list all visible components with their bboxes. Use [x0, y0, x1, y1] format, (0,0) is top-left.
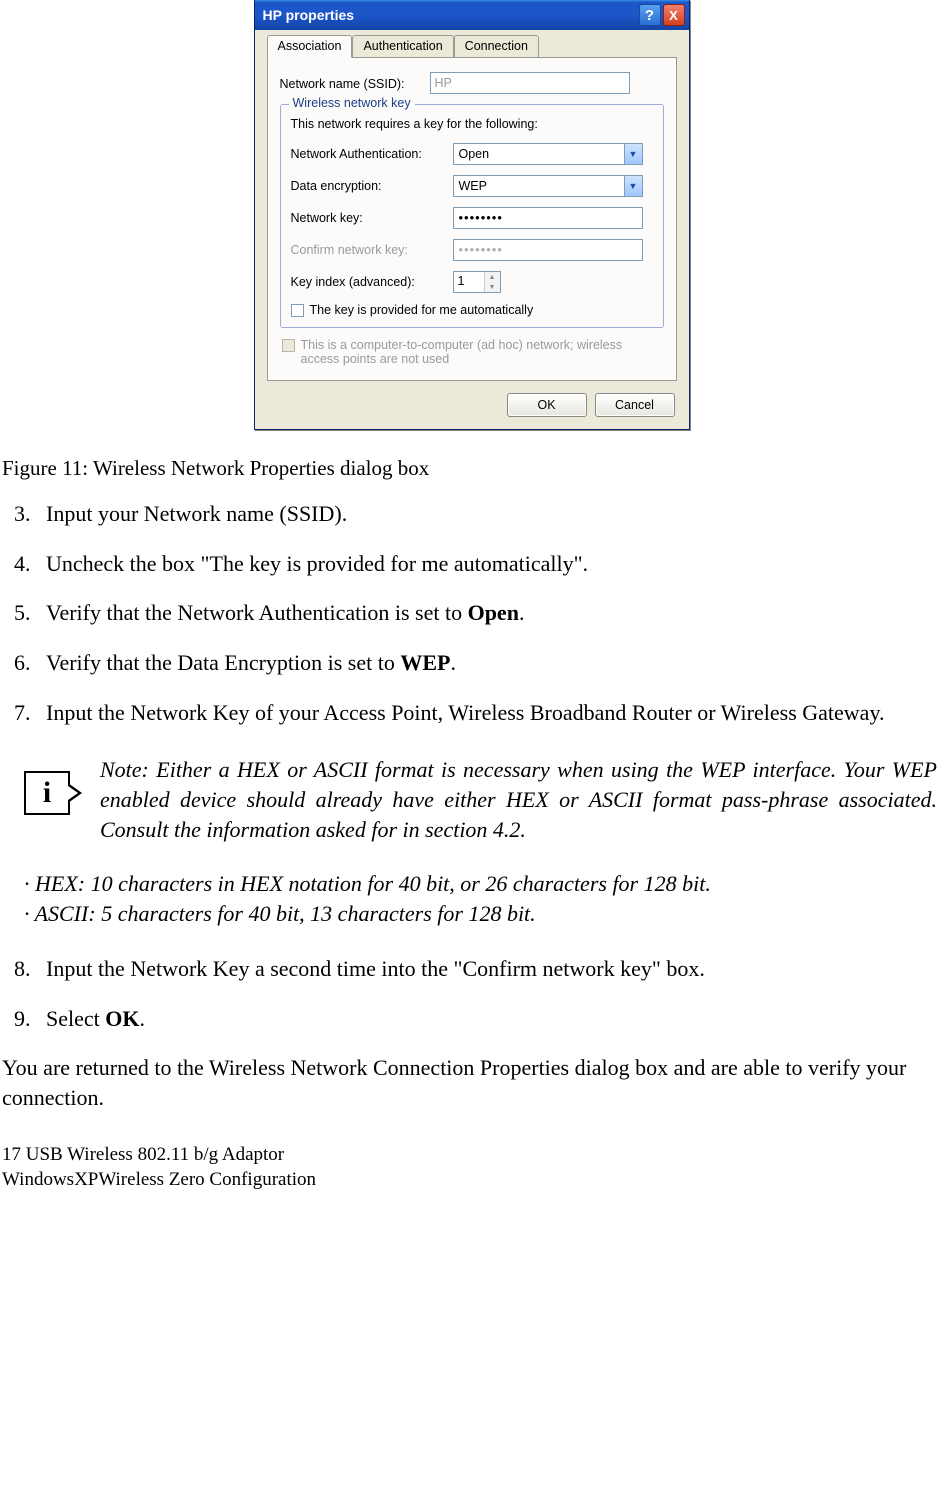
help-icon: ?: [645, 7, 654, 24]
closing-paragraph: You are returned to the Wireless Network…: [2, 1053, 941, 1112]
step-7: Input the Network Key of your Access Poi…: [36, 698, 941, 728]
info-icon: i: [24, 771, 70, 815]
note-text: Note: Either a HEX or ASCII format is ne…: [100, 755, 941, 844]
confirm-key-label: Confirm network key:: [291, 243, 453, 257]
step-list-a: Input your Network name (SSID). Uncheck …: [2, 499, 941, 727]
step-4: Uncheck the box "The key is provided for…: [36, 549, 941, 579]
chevron-down-icon: ▼: [624, 176, 642, 196]
auth-label: Network Authentication:: [291, 147, 453, 161]
step-5: Verify that the Network Authentication i…: [36, 598, 941, 628]
adhoc-label: This is a computer-to-computer (ad hoc) …: [301, 338, 662, 366]
auth-value: Open: [459, 147, 490, 161]
data-encryption-combo[interactable]: WEP ▼: [453, 175, 643, 197]
help-button[interactable]: ?: [639, 4, 661, 26]
network-key-label: Network key:: [291, 211, 453, 225]
footer-line-1: 17 USB Wireless 802.11 b/g Adaptor: [2, 1143, 941, 1168]
cancel-button[interactable]: Cancel: [595, 393, 675, 417]
step-6: Verify that the Data Encryption is set t…: [36, 648, 941, 678]
confirm-key-input[interactable]: ••••••••: [453, 239, 643, 261]
tab-association[interactable]: Association: [267, 35, 353, 58]
chevron-down-icon: ▼: [624, 144, 642, 164]
close-icon: X: [669, 8, 678, 23]
ssid-input[interactable]: [430, 72, 630, 94]
step-list-b: Input the Network Key a second time into…: [2, 954, 941, 1033]
titlebar[interactable]: HP properties ? X: [255, 0, 689, 30]
enc-value: WEP: [459, 179, 487, 193]
step-9: Select OK.: [36, 1004, 941, 1034]
page-footer: 17 USB Wireless 802.11 b/g Adaptor Windo…: [2, 1143, 941, 1192]
tab-connection[interactable]: Connection: [454, 35, 539, 58]
network-key-input[interactable]: ••••••••: [453, 207, 643, 229]
close-button[interactable]: X: [663, 4, 685, 26]
hp-properties-dialog: HP properties ? X Association Authentica…: [254, 0, 690, 430]
tab-authentication[interactable]: Authentication: [352, 35, 453, 58]
footer-line-2: WindowsXPWireless Zero Configuration: [2, 1168, 941, 1193]
checkbox-icon: [282, 339, 295, 352]
wireless-key-group: Wireless network key This network requir…: [280, 104, 664, 328]
key-index-spinner[interactable]: 1 ▲ ▼: [453, 271, 501, 293]
note-block: i Note: Either a HEX or ASCII format is …: [2, 755, 941, 844]
tabstrip: Association Authentication Connection: [267, 35, 677, 58]
bullet-ascii: · ASCII: 5 characters for 40 bit, 13 cha…: [24, 899, 941, 930]
group-legend: Wireless network key: [289, 96, 415, 110]
key-index-label: Key index (advanced):: [291, 275, 453, 289]
enc-label: Data encryption:: [291, 179, 453, 193]
auto-key-checkbox[interactable]: The key is provided for me automatically: [291, 303, 653, 317]
auto-key-label: The key is provided for me automatically: [310, 303, 534, 317]
checkbox-icon: [291, 304, 304, 317]
window-title: HP properties: [263, 7, 637, 23]
adhoc-checkbox: This is a computer-to-computer (ad hoc) …: [282, 338, 662, 366]
figure-caption: Figure 11: Wireless Network Properties d…: [2, 456, 941, 481]
tab-panel-association: Network name (SSID): Wireless network ke…: [267, 57, 677, 381]
step-8: Input the Network Key a second time into…: [36, 954, 941, 984]
format-bullets: · HEX: 10 characters in HEX notation for…: [24, 869, 941, 931]
step-3: Input your Network name (SSID).: [36, 499, 941, 529]
bullet-hex: · HEX: 10 characters in HEX notation for…: [24, 869, 941, 900]
group-intro: This network requires a key for the foll…: [291, 117, 653, 131]
ssid-label: Network name (SSID):: [280, 77, 405, 91]
spinner-up-icon[interactable]: ▲: [485, 272, 500, 282]
network-authentication-combo[interactable]: Open ▼: [453, 143, 643, 165]
ok-button[interactable]: OK: [507, 393, 587, 417]
spinner-down-icon[interactable]: ▼: [485, 282, 500, 292]
key-index-value: 1: [454, 272, 484, 292]
